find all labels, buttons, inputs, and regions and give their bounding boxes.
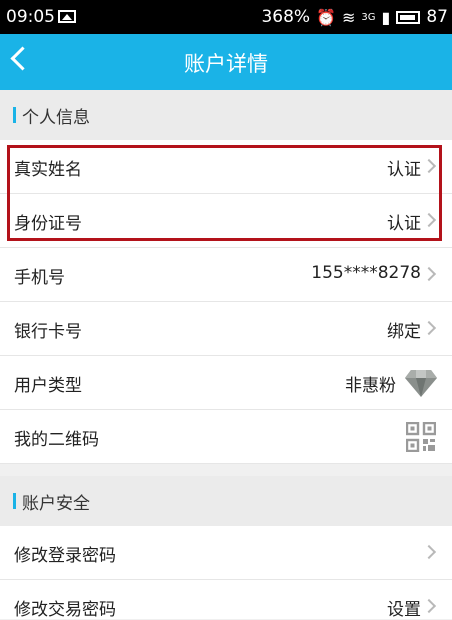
section-accent-bar [13,107,16,123]
row-value: 155****8278 [311,263,421,283]
row-value: 认证 [387,160,421,180]
status-right: 368% ⏰ ≋ 3G ▮ 87 [261,7,448,27]
signal-icon: ▮ [381,7,391,27]
row-label: 身份证号 [14,214,82,234]
row-value: 绑定 [387,322,421,342]
section-title: 账户安全 [22,494,90,514]
qr-code-icon [406,422,436,452]
wifi-icon: ≋ [342,7,356,27]
chevron-right-icon [421,158,437,174]
row-label: 银行卡号 [14,322,82,342]
battery-icon [396,10,421,24]
row-bank-card[interactable]: 银行卡号 绑定 [0,302,452,356]
status-bar: 09:05 368% ⏰ ≋ 3G ▮ 87 [0,0,452,34]
alarm-icon: ⏰ [316,7,337,27]
section-accent-bar [13,493,16,509]
section-header-personal-info: 个人信息 [0,90,452,140]
row-value: 非惠粉 [345,376,396,396]
chevron-right-icon [421,598,437,614]
chevron-right-icon [421,544,437,560]
title-bar: 账户详情 [0,34,452,90]
page-title: 账户详情 [184,52,268,76]
row-change-trade-password[interactable]: 修改交易密码 设置 [0,580,452,620]
row-label: 我的二维码 [14,430,99,450]
network-type: 3G [361,11,376,23]
row-qr-code[interactable]: 我的二维码 [0,410,452,464]
section-title: 个人信息 [22,108,90,128]
row-id-number[interactable]: 身份证号 认证 [0,194,452,248]
battery-level: 87 [426,7,448,27]
row-label: 真实姓名 [14,160,82,180]
row-value: 设置 [387,600,421,620]
row-phone[interactable]: 手机号 155****8278 [0,248,452,302]
row-user-type[interactable]: 用户类型 非惠粉 [0,356,452,410]
image-notification-icon [58,10,76,23]
chevron-right-icon [421,212,437,228]
chevron-right-icon [421,266,437,282]
status-time: 09:05 [6,7,55,27]
chevron-right-icon [421,320,437,336]
row-value: 认证 [387,214,421,234]
section-header-account-security: 账户安全 [0,476,452,526]
row-real-name[interactable]: 真实姓名 认证 [0,140,452,194]
diamond-icon [405,370,437,397]
row-label: 修改交易密码 [14,600,116,620]
status-speed: 368% [261,7,311,27]
row-change-login-password[interactable]: 修改登录密码 [0,526,452,580]
row-label: 手机号 [14,268,65,288]
row-label: 修改登录密码 [14,546,116,566]
row-label: 用户类型 [14,376,82,396]
